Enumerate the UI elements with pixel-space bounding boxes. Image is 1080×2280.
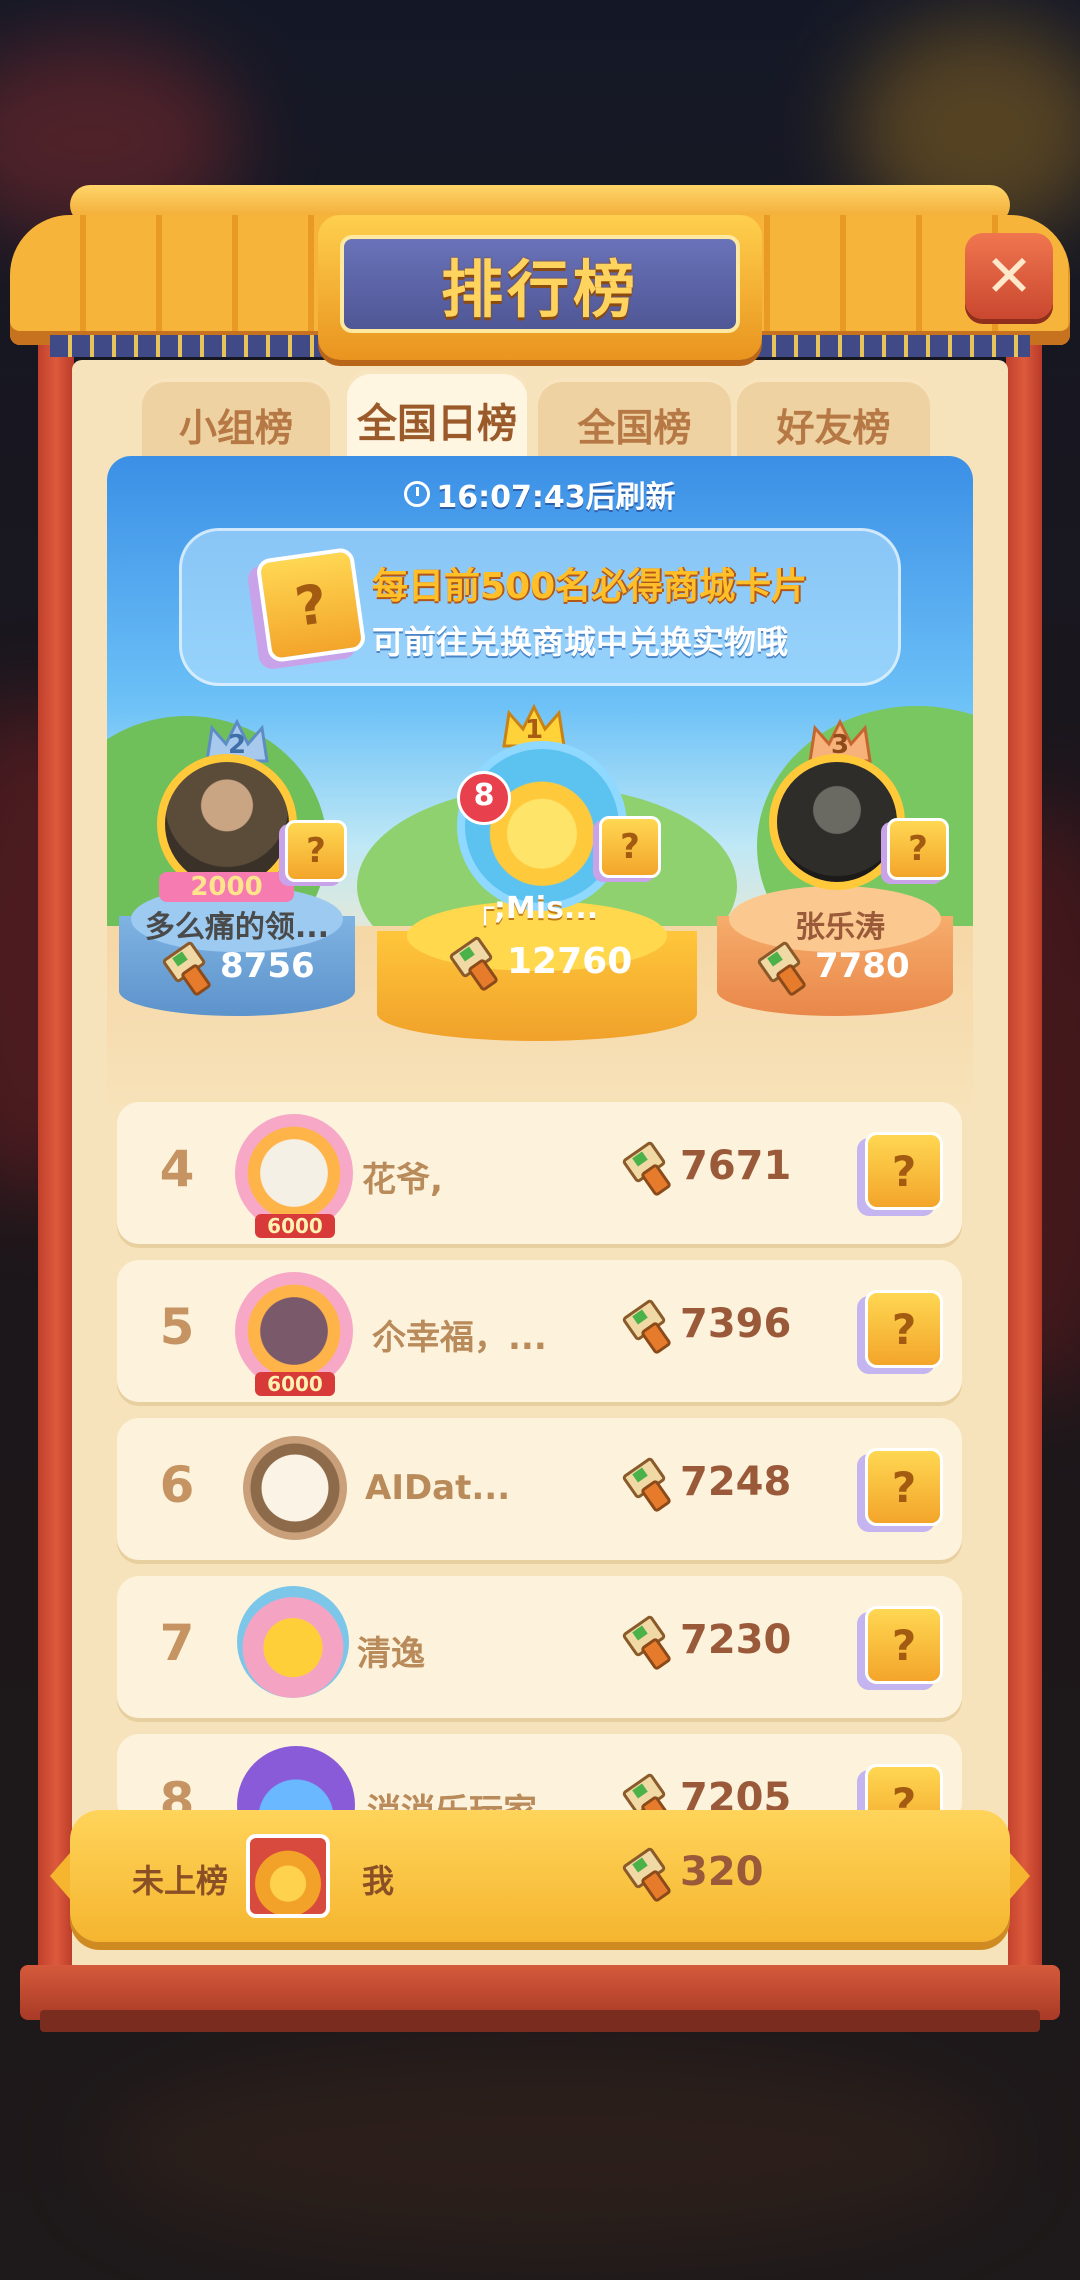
list-item[interactable]: 5 6000 尒幸福，... 7396 ? [117,1260,962,1402]
avatar [246,1834,330,1918]
tab-label: 好友榜 [776,405,891,450]
paint-brush-icon [621,1614,673,1672]
frame-badge: 2000 [159,872,294,902]
question-card-icon[interactable]: ? [865,1448,943,1526]
player-score: 7780 [756,940,910,998]
question-card-icon[interactable]: ? [865,1132,943,1210]
question-card-icon: ? [285,820,347,882]
player-name: ┌;Mis... [475,891,599,926]
close-icon: ✕ [984,242,1034,310]
refresh-timer-text: 16:07:43后刷新 [436,480,676,515]
tab-label: 全国榜 [577,405,692,450]
question-card-icon: ? [255,546,367,664]
paint-brush-icon [621,1298,673,1356]
right-pillar [1006,330,1042,2010]
list-item[interactable]: 7 清逸 7230 ? [117,1576,962,1718]
question-card-icon: ? [599,816,661,878]
avatar [237,1586,349,1698]
player-score: 7671 [621,1140,791,1198]
paint-brush-icon [161,940,213,998]
my-rank-status: 未上榜 [132,1862,229,1900]
player-name: 尒幸福，... [372,1318,547,1358]
question-card-icon[interactable]: ? [865,1606,943,1684]
list-item[interactable]: 6 AIDat... 7248 ? [117,1418,962,1560]
banner-subtext: 可前往兑换商城中兑换实物哦 [372,623,789,661]
player-score: 12760 [448,935,632,993]
my-rank-row[interactable]: 未上榜 我 320 [50,1810,1030,1942]
paint-brush-icon [756,940,808,998]
paint-brush-icon [448,935,500,993]
left-pillar [38,330,74,2010]
rank-number: 7 [159,1614,195,1672]
my-score: 320 [621,1846,764,1904]
paint-brush-icon [621,1846,673,1904]
avatar [243,1436,347,1540]
paint-brush-icon [621,1456,673,1514]
frame-badge: 6000 [255,1214,335,1238]
level-badge: 8 [457,771,511,825]
player-name: 多么痛的领... [144,910,330,945]
title-plate: 排行榜 [318,215,762,360]
reward-banner: ? 每日前500名必得商城卡片 可前往兑换商城中兑换实物哦 [179,528,901,686]
list-item[interactable]: 4 6000 花爷, 7671 ? [117,1102,962,1244]
avatar [769,754,905,890]
player-name: AIDat... [365,1468,511,1508]
podium-first[interactable]: 1 8 ? ┌;Mis... 12760 [377,701,707,1106]
podium-second[interactable]: 2 2000 ? 多么痛的领... 8756 [107,706,367,1106]
tab-label: 小组榜 [178,405,293,450]
close-button[interactable]: ✕ [965,233,1053,319]
player-name: 花爷, [362,1160,443,1200]
bottom-frame-beam [0,1925,1080,2045]
player-score: 7248 [621,1456,791,1514]
rank-number: 6 [159,1456,195,1514]
tab-label: 全国日榜 [357,401,517,447]
my-name: 我 [362,1862,395,1900]
page-title: 排行榜 [440,253,639,326]
question-card-icon: ? [887,818,949,880]
paint-brush-icon [621,1140,673,1198]
player-name: 清逸 [357,1634,425,1674]
player-score: 7396 [621,1298,791,1356]
player-score: 8756 [161,940,315,998]
question-card-icon[interactable]: ? [865,1290,943,1368]
rank-number: 4 [159,1140,195,1198]
banner-headline: 每日前500名必得商城卡片 [372,566,808,607]
player-name: 张乐涛 [795,910,885,945]
refresh-timer: 16:07:43后刷新 [107,472,973,516]
podium-third[interactable]: 3 ? 张乐涛 7780 [707,706,973,1106]
rank-number: 5 [159,1298,195,1356]
tab-national-daily[interactable]: 全国日榜 [347,370,527,470]
frame-badge: 6000 [255,1372,335,1396]
top-three-stage: 16:07:43后刷新 ? 每日前500名必得商城卡片 可前往兑换商城中兑换实物… [107,456,973,1106]
player-score: 7230 [621,1614,791,1672]
clock-icon [404,481,431,507]
